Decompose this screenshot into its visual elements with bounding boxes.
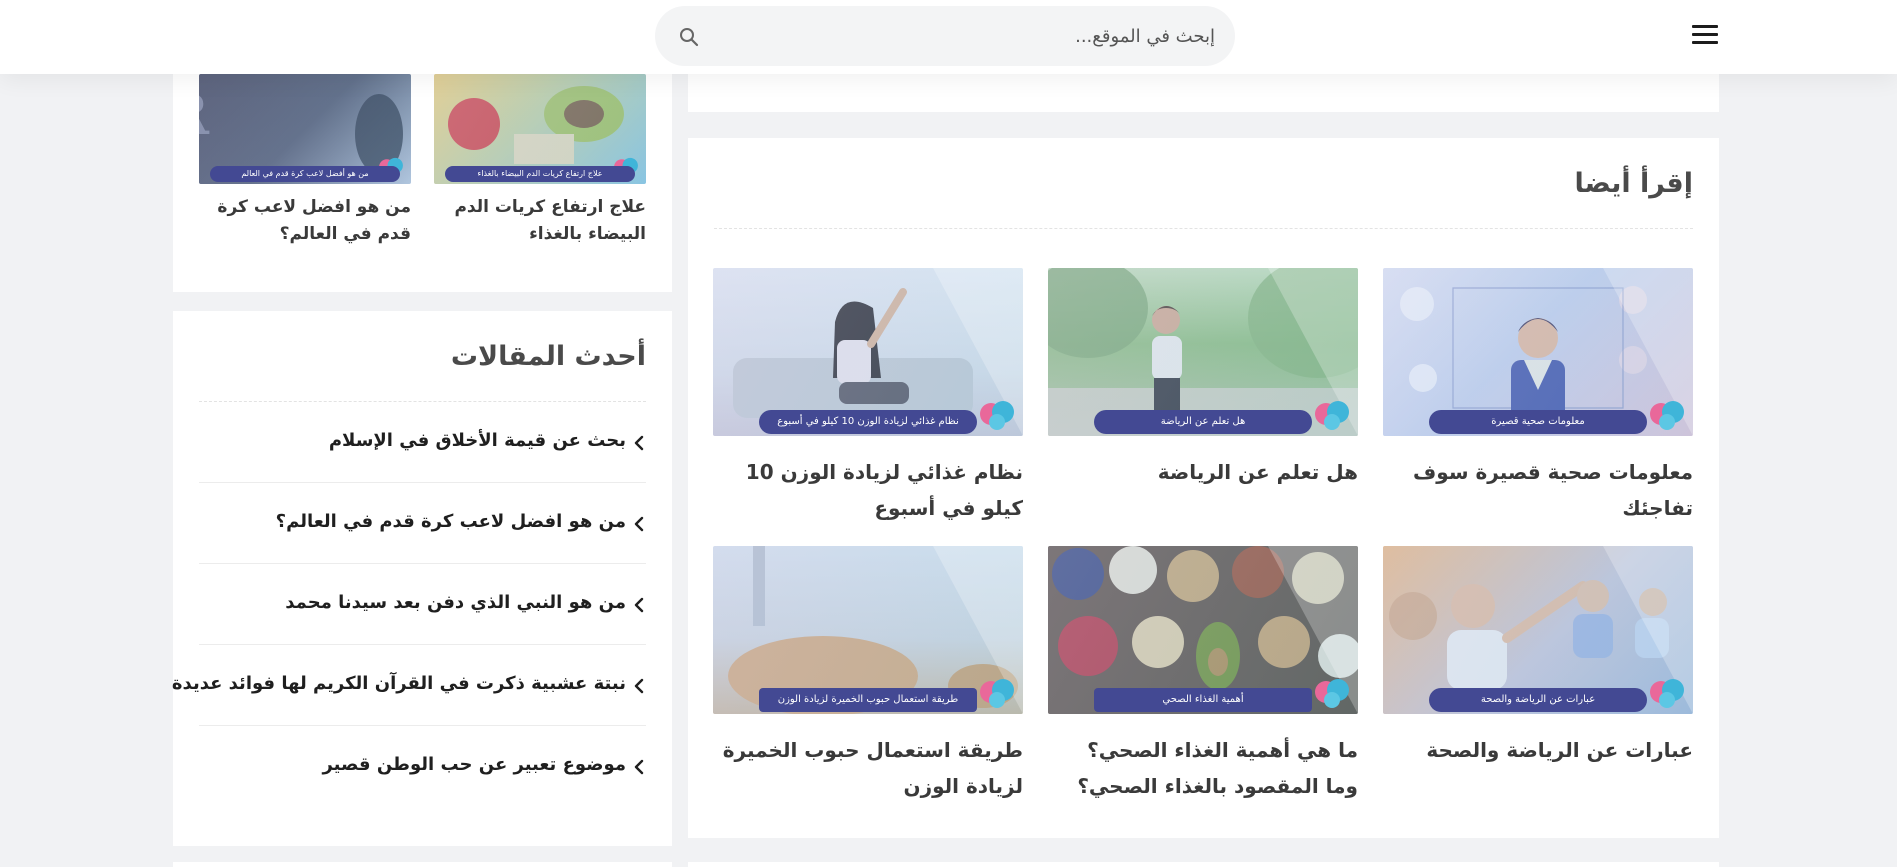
search-icon[interactable] xyxy=(679,27,699,47)
post-title[interactable]: من هو افضل لاعب كرة قدم في العالم؟ xyxy=(199,194,411,248)
latest-article-title: بحث عن قيمة الأخلاق في الإسلام xyxy=(328,430,626,451)
chevron-left-icon xyxy=(634,435,644,451)
site-header xyxy=(0,0,1897,74)
read-also-section: إقرأ أيضا معلومات صحية قصيرة معلومات صحي… xyxy=(688,138,1719,838)
post-thumbnail[interactable]: عبارات عن الرياضة والصحة xyxy=(1383,546,1693,714)
post-thumbnail[interactable]: طريقة استعمال حبوب الخميرة لزيادة الوزن xyxy=(713,546,1023,714)
post-tag: هل تعلم عن الرياضة xyxy=(1094,410,1312,434)
post-tag: طريقة استعمال حبوب الخميرة لزيادة الوزن xyxy=(759,688,977,712)
post-thumbnail[interactable]: هل تعلم عن الرياضة xyxy=(1048,268,1358,436)
latest-article-title: موضوع تعبير عن حب الوطن قصير xyxy=(322,754,626,775)
latest-article-title: من هو النبي الذي دفن بعد سيدنا محمد xyxy=(285,592,626,613)
latest-article-link[interactable]: نبتة عشبية ذكرت في القرآن الكريم لها فوا… xyxy=(172,645,646,726)
post-tag: عبارات عن الرياضة والصحة xyxy=(1429,688,1647,712)
search-input[interactable] xyxy=(735,18,1215,54)
section-divider xyxy=(714,228,1693,229)
latest-article-link[interactable]: من هو افضل لاعب كرة قدم في العالم؟ xyxy=(199,483,646,564)
chevron-left-icon xyxy=(634,597,644,613)
chevron-left-icon xyxy=(634,759,644,775)
search-box xyxy=(655,6,1235,66)
post-thumbnail[interactable]: معلومات صحية قصيرة xyxy=(1383,268,1693,436)
latest-article-title: من هو افضل لاعب كرة قدم في العالم؟ xyxy=(275,511,626,532)
next-content-card xyxy=(688,862,1719,867)
latest-articles-widget: أحدث المقالات بحث عن قيمة الأخلاق في الإ… xyxy=(172,311,672,846)
hamburger-menu-icon[interactable] xyxy=(1692,22,1720,48)
sidebar-posts-widget: علاج ارتفاع كريات الدم البيضاء بالغذاء ع… xyxy=(173,40,672,292)
post-title[interactable]: عبارات عن الرياضة والصحة xyxy=(1383,732,1693,768)
post-tag: من هو أفضل لاعب كرة قدم في العالم xyxy=(210,166,400,182)
post-thumbnail[interactable]: أهمية الغذاء الصحي xyxy=(1048,546,1358,714)
brain-logo-icon xyxy=(1315,679,1349,708)
post-tag: أهمية الغذاء الصحي xyxy=(1094,688,1312,712)
brain-logo-icon xyxy=(980,401,1014,430)
post-thumbnail[interactable]: نظام غذائي لزيادة الوزن 10 كيلو في أسبوع xyxy=(713,268,1023,436)
latest-article-link[interactable]: بحث عن قيمة الأخلاق في الإسلام xyxy=(199,402,646,483)
next-sidebar-widget xyxy=(173,862,672,867)
post-thumbnail[interactable]: D'OR من هو أفضل لاعب كرة قدم في العالم xyxy=(199,74,411,184)
read-also-title: إقرأ أيضا xyxy=(1574,168,1693,199)
post-thumbnail[interactable]: علاج ارتفاع كريات الدم البيضاء بالغذاء xyxy=(434,74,646,184)
latest-article-link[interactable]: موضوع تعبير عن حب الوطن قصير xyxy=(199,726,646,807)
latest-articles-title: أحدث المقالات xyxy=(450,341,646,372)
brain-logo-icon xyxy=(980,679,1014,708)
chevron-left-icon xyxy=(634,678,644,694)
brain-logo-icon xyxy=(1315,401,1349,430)
post-title[interactable]: هل تعلم عن الرياضة xyxy=(1048,454,1358,490)
post-title[interactable]: نظام غذائي لزيادة الوزن 10 كيلو في أسبوع xyxy=(713,454,1023,526)
chevron-left-icon xyxy=(634,516,644,532)
post-title[interactable]: طريقة استعمال حبوب الخميرة لزيادة الوزن xyxy=(713,732,1023,804)
post-tag: نظام غذائي لزيادة الوزن 10 كيلو في أسبوع xyxy=(759,410,977,434)
post-title[interactable]: علاج ارتفاع كريات الدم البيضاء بالغذاء xyxy=(434,194,646,248)
brain-logo-icon xyxy=(1650,401,1684,430)
post-title[interactable]: معلومات صحية قصيرة سوف تفاجئك xyxy=(1383,454,1693,526)
post-tag: معلومات صحية قصيرة xyxy=(1429,410,1647,434)
post-tag: علاج ارتفاع كريات الدم البيضاء بالغذاء xyxy=(445,166,635,182)
post-title[interactable]: ما هي أهمية الغذاء الصحي؟ وما المقصود با… xyxy=(1048,732,1358,804)
latest-article-link[interactable]: من هو النبي الذي دفن بعد سيدنا محمد xyxy=(199,564,646,645)
brain-logo-icon xyxy=(1650,679,1684,708)
latest-article-title: نبتة عشبية ذكرت في القرآن الكريم لها فوا… xyxy=(171,673,626,694)
